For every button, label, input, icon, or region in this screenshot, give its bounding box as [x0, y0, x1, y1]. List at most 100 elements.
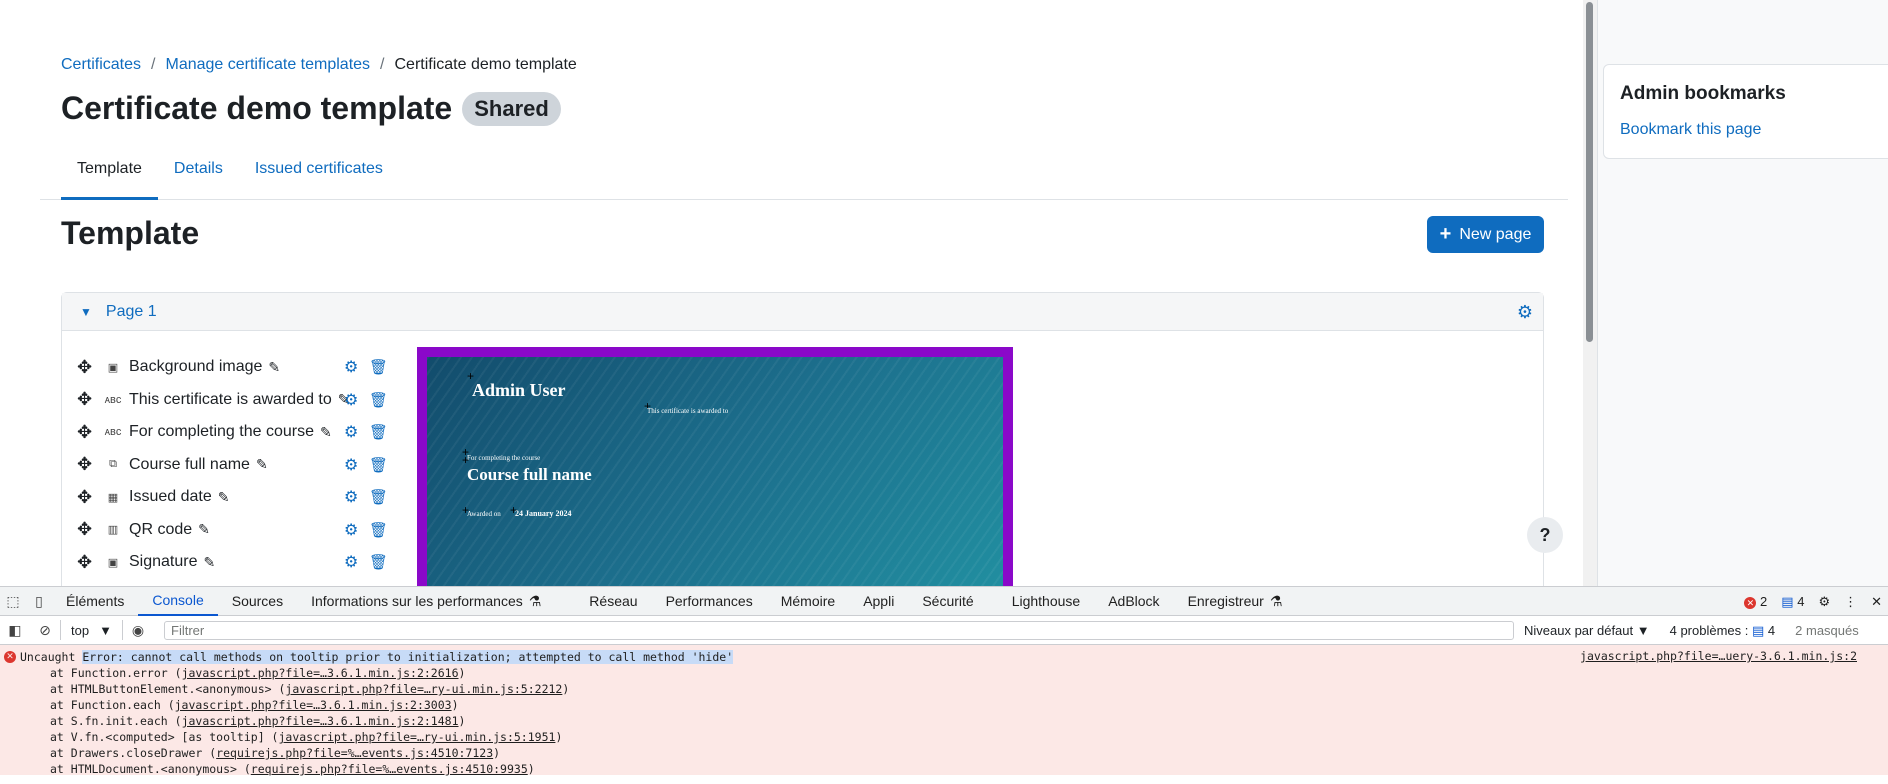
error-source-link[interactable]: javascript.php?file=…uery-3.6.1.min.js:2: [1580, 649, 1857, 663]
pencil-icon[interactable]: ✎: [218, 489, 230, 506]
gear-icon[interactable]: ⚙: [1517, 302, 1533, 323]
devtools-tab-recorder[interactable]: Enregistreur ⚗: [1174, 587, 1297, 616]
page-label[interactable]: Page 1: [106, 303, 157, 321]
cert-date[interactable]: 24 January 2024: [515, 509, 571, 518]
tab-issued-certificates[interactable]: Issued certificates: [239, 150, 399, 200]
stack-frame-link[interactable]: javascript.php?file=…ry-ui.min.js:5:2212: [285, 682, 562, 696]
element-label: Signature: [129, 553, 198, 571]
stack-frame-end: ): [458, 714, 466, 728]
devtools-tab-lighthouse[interactable]: Lighthouse: [998, 587, 1095, 616]
stack-frame-end: ): [555, 730, 563, 744]
breadcrumb-link-certificates[interactable]: Certificates: [61, 56, 141, 74]
settings-icon[interactable]: ⚙: [1818, 594, 1830, 610]
flask-icon: ⚗: [1269, 592, 1283, 609]
problems-counter[interactable]: 4 problèmes : ▤ 4: [1670, 623, 1776, 639]
close-icon[interactable]: ✕: [1871, 594, 1882, 610]
devtools-tab-memory[interactable]: Mémoire: [767, 587, 849, 616]
pencil-icon[interactable]: ✎: [320, 424, 332, 441]
cert-course[interactable]: Course full name: [467, 465, 592, 485]
stack-frame-link[interactable]: javascript.php?file=…3.6.1.min.js:2:3003: [175, 698, 452, 712]
tab-template[interactable]: Template: [61, 150, 158, 200]
devtools-tab-application[interactable]: Appli: [849, 587, 908, 616]
gear-icon[interactable]: ⚙: [344, 357, 358, 377]
move-icon[interactable]: ✥: [77, 357, 101, 378]
stack-frame-link[interactable]: javascript.php?file=…3.6.1.min.js:2:2616: [182, 666, 459, 680]
cert-awarded-to[interactable]: This certificate is awarded to: [647, 407, 728, 415]
error-counter[interactable]: ✕ 2: [1744, 594, 1767, 609]
pencil-icon[interactable]: ✎: [268, 359, 280, 376]
help-button[interactable]: ?: [1527, 517, 1563, 553]
error-icon: ✕: [1744, 597, 1757, 609]
stack-frame-link[interactable]: requirejs.php?file=%…events.js:4510:9935: [251, 762, 528, 776]
message-counter[interactable]: ▤ 4: [1781, 594, 1804, 610]
devtools-tab-performance-insights[interactable]: Informations sur les performances ⚗: [297, 587, 555, 616]
scrollbar[interactable]: [1583, 0, 1597, 586]
element-label: Course full name: [129, 455, 250, 473]
gear-icon[interactable]: ⚙: [344, 390, 358, 410]
context-select[interactable]: top ▼: [60, 620, 123, 640]
move-icon[interactable]: ✥: [77, 422, 101, 443]
stack-frame-end: ): [493, 746, 501, 760]
trash-icon[interactable]: 🗑: [369, 488, 388, 506]
trash-icon[interactable]: 🗑: [369, 391, 388, 409]
caret-down-icon[interactable]: ▼: [80, 305, 92, 319]
stack-frame-text: at S.fn.init.each (: [50, 714, 182, 728]
inspect-icon[interactable]: ⬚: [0, 593, 26, 610]
stack-frame-text: at HTMLDocument.<anonymous> (: [50, 762, 251, 776]
gear-icon[interactable]: ⚙: [344, 422, 358, 442]
plus-icon: +: [1439, 223, 1452, 245]
error-count: 2: [1760, 594, 1768, 609]
levels-area: Niveaux par défaut ▼ 4 problèmes : ▤ 4 2…: [1524, 616, 1859, 645]
scrollbar-thumb[interactable]: [1586, 2, 1593, 342]
new-page-button[interactable]: + New page: [1427, 216, 1544, 253]
stack-frame-link[interactable]: javascript.php?file=…ry-ui.min.js:5:1951: [278, 730, 555, 744]
trash-icon[interactable]: 🗑: [369, 553, 388, 571]
problems-count: 4: [1767, 622, 1776, 638]
pencil-icon[interactable]: ✎: [198, 521, 210, 538]
move-icon[interactable]: ✥: [77, 487, 101, 508]
tab-details[interactable]: Details: [158, 150, 239, 200]
devtools-tab-sources[interactable]: Sources: [218, 587, 297, 616]
devtools-tab-network[interactable]: Réseau: [575, 587, 651, 616]
devtools-tab-elements[interactable]: Éléments: [52, 587, 138, 616]
gear-icon[interactable]: ⚙: [344, 552, 358, 572]
list-item: ✥ ▣ Signature ✎ ⚙ 🗑: [77, 546, 417, 579]
trash-icon[interactable]: 🗑: [369, 456, 388, 474]
trash-icon[interactable]: 🗑: [369, 521, 388, 539]
devtools-tab-security[interactable]: Sécurité: [908, 587, 987, 616]
stack-frame: at HTMLButtonElement.<anonymous> (javasc…: [0, 681, 1888, 697]
gear-icon[interactable]: ⚙: [344, 520, 358, 540]
gear-icon[interactable]: ⚙: [344, 455, 358, 475]
move-icon[interactable]: ✥: [77, 519, 101, 540]
breadcrumb-separator: /: [151, 56, 156, 73]
levels-dropdown[interactable]: Niveaux par défaut ▼: [1524, 623, 1650, 638]
devtools-tab-performance[interactable]: Performances: [652, 587, 767, 616]
context-value: top: [71, 622, 90, 638]
devtools-tab-adblock[interactable]: AdBlock: [1094, 587, 1173, 616]
image-icon: ▣: [107, 361, 119, 374]
move-icon[interactable]: ✥: [77, 454, 101, 475]
filter-input[interactable]: Filtrer: [164, 621, 1514, 640]
gear-icon[interactable]: ⚙: [344, 487, 358, 507]
stack-frame-link[interactable]: requirejs.php?file=%…events.js:4510:7123: [216, 746, 493, 760]
page-card-header[interactable]: ▼ Page 1 ⚙: [62, 293, 1543, 331]
more-icon[interactable]: ⋮: [1844, 594, 1857, 610]
pencil-icon[interactable]: ✎: [204, 554, 216, 571]
sidebar-toggle-icon[interactable]: ◧: [0, 622, 30, 639]
breadcrumb-link-manage-templates[interactable]: Manage certificate templates: [165, 56, 370, 74]
move-icon[interactable]: ✥: [77, 389, 101, 410]
move-icon[interactable]: ✥: [77, 552, 101, 573]
clear-console-icon[interactable]: ⊘: [30, 622, 60, 639]
device-toggle-icon[interactable]: ▯: [26, 593, 52, 610]
devtools-tab-console[interactable]: Console: [138, 587, 218, 616]
trash-icon[interactable]: 🗑: [369, 358, 388, 376]
pencil-icon[interactable]: ✎: [256, 456, 268, 473]
stack-frame-link[interactable]: javascript.php?file=…3.6.1.min.js:2:1481: [182, 714, 459, 728]
cert-awarded-on[interactable]: Awarded on: [467, 510, 501, 518]
devtools-tab-bar: ⬚ ▯ Éléments Console Sources Information…: [0, 587, 1888, 616]
cert-name[interactable]: Admin User: [472, 380, 566, 401]
bookmark-link[interactable]: Bookmark this page: [1620, 121, 1761, 138]
cert-completing[interactable]: For completing the course: [467, 454, 540, 462]
eye-icon[interactable]: ◉: [123, 622, 153, 639]
trash-icon[interactable]: 🗑: [369, 423, 388, 441]
